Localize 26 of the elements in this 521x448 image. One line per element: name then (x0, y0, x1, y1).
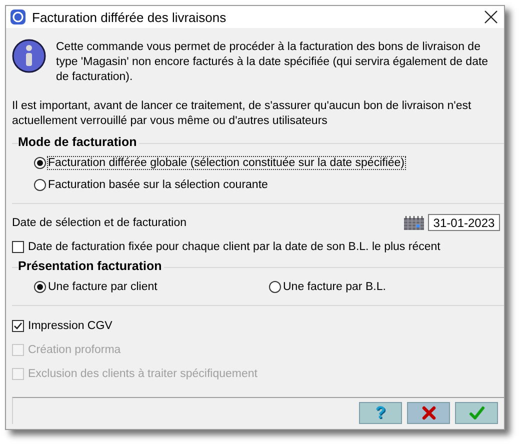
checkbox[interactable] (12, 320, 24, 332)
radio-label[interactable]: Facturation basée sur la sélection courante (48, 179, 268, 191)
date-label: Date de sélection et de facturation (12, 216, 188, 228)
checkmark-icon (468, 405, 484, 421)
radio-button[interactable] (269, 281, 281, 293)
radio-button[interactable] (34, 179, 46, 191)
radio-button[interactable] (34, 281, 46, 293)
radio-label[interactable]: Une facture par B.L. (283, 281, 386, 293)
calendar-icon[interactable] (404, 216, 424, 230)
window-title: Facturation différée des livraisons (32, 10, 228, 24)
info-icon (12, 39, 46, 73)
group-title: Présentation facturation (18, 259, 164, 273)
group-title: Mode de facturation (18, 135, 139, 149)
checkbox-label[interactable]: Date de facturation fixée pour chaque client par la date de son B.L. le plus récent (28, 241, 440, 253)
radio-label[interactable]: Facturation différée globale (sélection constituée sur la date spécifiée) (48, 157, 404, 169)
app-icon (10, 9, 26, 25)
radio-label[interactable]: Une facture par client (48, 281, 158, 293)
warning-text: Il est important, avant de lancer ce traitement, de s'assurer qu'aucun bon de livraison n'est actuellement verrouillé par vous même ou d'autres utilisateurs (11, 99, 472, 129)
checkbox-label[interactable]: Impression CGV (28, 320, 112, 332)
date-field[interactable]: 31-01-2023 (428, 214, 500, 231)
cancel-button[interactable] (407, 402, 450, 424)
cross-icon (420, 405, 436, 421)
close-icon[interactable] (484, 10, 498, 24)
checkbox[interactable] (12, 241, 24, 253)
radio-button[interactable] (34, 157, 46, 169)
info-text: Cette commande vous permet de procéder à la facturation des bons de livraison de type 'Magasin' non encore facturés à la date spécifiée (qui servira également de date de facturation). (56, 40, 490, 85)
